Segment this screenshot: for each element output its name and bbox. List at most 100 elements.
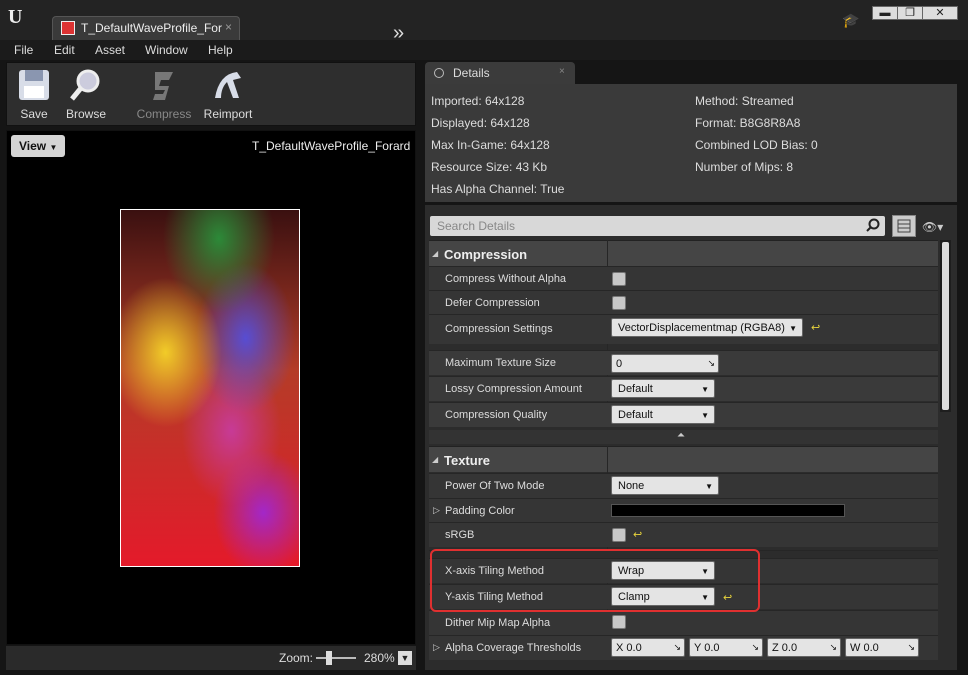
row-defer-compression: Defer Compression [429, 290, 938, 315]
expand-arrow-icon[interactable]: ▷ [433, 505, 440, 516]
label-dither-mip-alpha: Dither Mip Map Alpha [445, 617, 551, 629]
compression-settings-value: VectorDisplacementmap (RGBA8) [618, 322, 785, 334]
info-max-in-game: Max In-Game: 64x128 [431, 138, 550, 152]
alpha-coverage-w-field[interactable]: W 0.0 ↘ [845, 638, 919, 657]
srgb-checkbox[interactable] [612, 528, 626, 542]
compression-quality-dropdown[interactable]: Default ▼ [611, 405, 715, 424]
collapse-arrow-icon: ◢ [432, 455, 439, 464]
chevron-down-icon: ▼ [701, 385, 709, 394]
reimport-button[interactable]: Reimport [199, 66, 257, 122]
reimport-label: Reimport [203, 107, 253, 121]
reset-to-default-icon[interactable]: ↩ [633, 528, 642, 541]
unreal-logo-icon[interactable]: U [8, 6, 30, 28]
row-dither-mip-alpha: Dither Mip Map Alpha [429, 610, 938, 635]
axis-y-label: Y [694, 642, 702, 654]
max-texture-size-field[interactable]: 0 ↘ [611, 354, 719, 373]
chevron-down-icon: ▼ [705, 482, 713, 491]
view-button[interactable]: View ▼ [11, 135, 65, 157]
menu-file[interactable]: File [14, 43, 33, 57]
info-format: Format: B8G8R8A8 [695, 116, 801, 130]
dither-mip-alpha-checkbox[interactable] [612, 615, 626, 629]
chevron-down-icon: ▼ [789, 324, 797, 333]
spin-arrows-icon: ↘ [707, 358, 715, 368]
toolbar-overflow-icon[interactable]: » [393, 22, 404, 45]
alpha-coverage-x-field[interactable]: X 0.0 ↘ [611, 638, 685, 657]
compress-label: Compress [136, 107, 192, 121]
texture-asset-icon [61, 21, 75, 35]
learn-icon[interactable]: 🎓 [842, 12, 860, 28]
axis-w-label: W [850, 642, 861, 654]
eye-visibility-icon[interactable]: 👁▾ [922, 220, 943, 234]
viewport-title: T_DefaultWaveProfile_Forard [252, 139, 411, 153]
zoom-label: Zoom: [279, 651, 314, 665]
property-matrix-button[interactable] [892, 215, 916, 237]
row-srgb: sRGB [429, 522, 938, 547]
menu-window[interactable]: Window [145, 43, 188, 57]
label-compression-settings: Compression Settings [445, 323, 553, 335]
label-lossy-compression: Lossy Compression Amount [445, 383, 582, 395]
axis-x-label: X [616, 642, 624, 654]
texture-preview [120, 209, 300, 567]
label-alpha-coverage: Alpha Coverage Thresholds [445, 642, 582, 654]
zoom-value: 280% [364, 651, 395, 665]
compress-button[interactable]: Compress [135, 66, 193, 122]
browse-label: Browse [65, 107, 106, 121]
details-tab-close-icon[interactable]: × [559, 66, 565, 77]
menu-asset[interactable]: Asset [95, 43, 125, 57]
chevron-down-icon: ▼ [49, 143, 58, 152]
tab-close-icon[interactable]: × [225, 20, 232, 34]
view-button-label: View [19, 139, 47, 153]
category-texture-label: Texture [444, 453, 490, 468]
power-of-two-dropdown[interactable]: None ▼ [611, 476, 719, 495]
zoom-slider-track[interactable] [316, 657, 356, 659]
alpha-coverage-z-field[interactable]: Z 0.0 ↘ [767, 638, 841, 657]
reset-to-default-icon[interactable]: ↩ [811, 321, 820, 334]
lossy-compression-dropdown[interactable]: Default ▼ [611, 379, 715, 398]
label-compression-quality: Compression Quality [445, 409, 548, 421]
details-icon [434, 68, 444, 78]
info-imported: Imported: 64x128 [431, 94, 525, 108]
maximize-button[interactable]: ❐ [897, 6, 923, 20]
alpha-coverage-w-value: 0.0 [863, 642, 879, 654]
details-tab-label: Details [453, 66, 490, 80]
defer-compression-checkbox[interactable] [612, 296, 626, 310]
padding-color-swatch[interactable] [611, 504, 845, 517]
asset-tab[interactable]: T_DefaultWaveProfile_For × [52, 16, 240, 40]
power-of-two-value: None [618, 480, 645, 492]
search-icon[interactable] [866, 218, 880, 232]
info-lod-bias: Combined LOD Bias: 0 [695, 138, 818, 152]
max-texture-size-value: 0 [616, 358, 623, 370]
menu-edit[interactable]: Edit [54, 43, 75, 57]
details-tab[interactable]: Details × [425, 62, 575, 84]
collapse-up-icon[interactable]: ⏶ [677, 430, 685, 441]
spin-arrows-icon: ↘ [751, 642, 759, 652]
menu-help[interactable]: Help [208, 43, 233, 57]
save-button[interactable]: Save [5, 66, 63, 122]
label-max-texture-size: Maximum Texture Size [445, 357, 557, 369]
tiling-highlight-box [430, 549, 760, 612]
label-power-of-two: Power Of Two Mode [445, 480, 545, 492]
category-texture[interactable]: ◢ Texture [429, 446, 938, 472]
collapse-arrow-icon: ◢ [432, 249, 439, 258]
save-icon [19, 70, 49, 100]
info-resource-size: Resource Size: 43 Kb [431, 160, 548, 174]
info-num-mips: Number of Mips: 8 [695, 160, 794, 174]
alpha-coverage-x-value: 0.0 [626, 642, 642, 654]
info-displayed: Displayed: 64x128 [431, 116, 530, 130]
compression-settings-dropdown[interactable]: VectorDisplacementmap (RGBA8) ▼ [611, 318, 803, 337]
alpha-coverage-y-field[interactable]: Y 0.0 ↘ [689, 638, 763, 657]
zoom-dropdown-icon[interactable]: ▼ [398, 651, 412, 665]
browse-button[interactable]: Browse [57, 66, 115, 122]
label-padding-color: Padding Color [445, 505, 515, 517]
compress-without-alpha-checkbox[interactable] [612, 272, 626, 286]
scrollbar-thumb[interactable] [942, 242, 949, 410]
close-window-button[interactable]: ✕ [922, 6, 958, 20]
expand-arrow-icon[interactable]: ▷ [433, 642, 440, 653]
compression-quality-value: Default [618, 409, 653, 421]
zoom-slider-handle[interactable] [326, 651, 332, 665]
chevron-down-icon: ▼ [701, 411, 709, 420]
lossy-compression-value: Default [618, 383, 653, 395]
category-compression[interactable]: ◢ Compression [429, 240, 938, 266]
minimize-button[interactable]: ▬ [872, 6, 898, 20]
axis-z-label: Z [772, 642, 779, 654]
